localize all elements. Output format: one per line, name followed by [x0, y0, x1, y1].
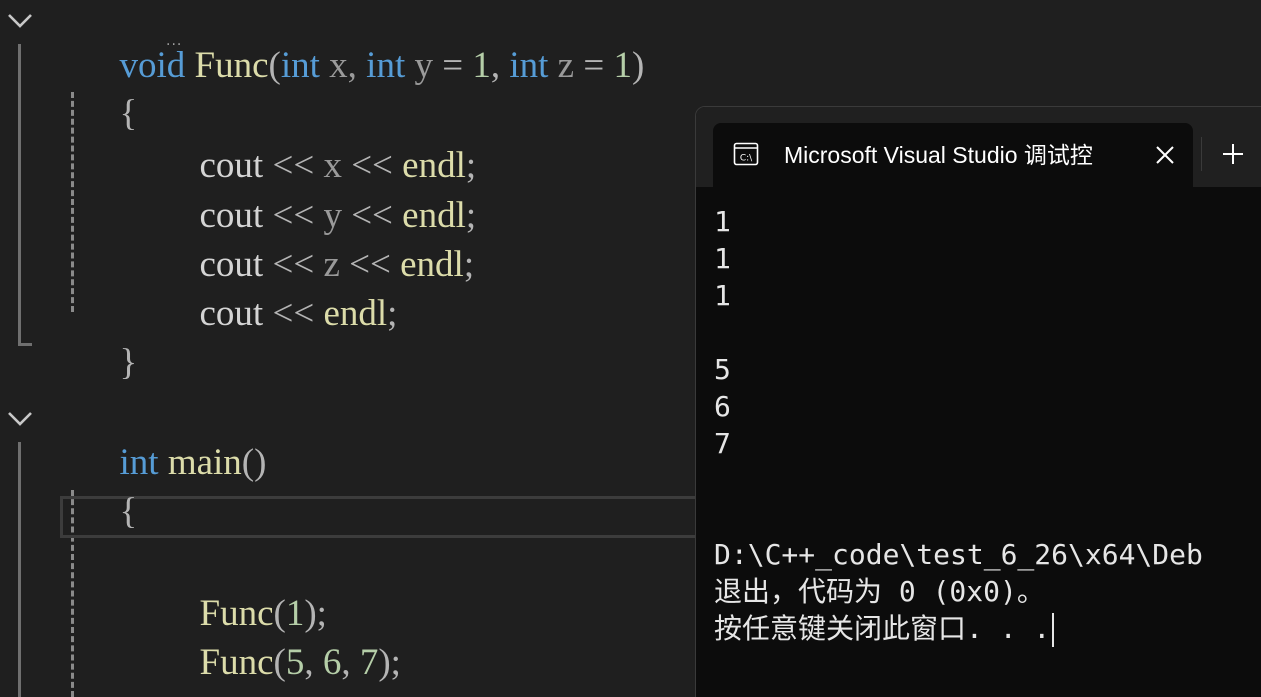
current-line-highlight — [60, 496, 760, 538]
comma: , — [341, 642, 360, 683]
paren: ( — [268, 45, 281, 86]
terminal-tabbar: C:\ Microsoft Visual Studio 调试控 — [696, 107, 1261, 187]
scope-line — [18, 44, 21, 346]
brace: { — [119, 93, 138, 134]
output-line: 1 — [714, 205, 731, 238]
scope-line — [18, 442, 21, 697]
keyword: int — [509, 45, 549, 86]
param-name: y — [405, 45, 443, 86]
fold-chevron-down-icon[interactable] — [5, 404, 35, 434]
terminal-tab[interactable]: C:\ Microsoft Visual Studio 调试控 — [713, 123, 1193, 187]
code-line-open-brace[interactable]: { — [64, 48, 138, 134]
number: 1 — [613, 45, 632, 86]
function-name: endl — [323, 293, 388, 334]
console-icon: C:\ — [733, 141, 759, 167]
scope-line-end — [18, 343, 32, 346]
svg-text:C:\: C:\ — [740, 154, 753, 164]
code-line-close-brace[interactable]: } — [64, 297, 138, 383]
brace: } — [119, 342, 138, 383]
exit-path-line: D:\C++_code\test_6_26\x64\Deb — [714, 538, 1203, 571]
paren: ) — [631, 45, 645, 86]
operator: << — [263, 293, 324, 334]
code-line-func-signature[interactable]: void Func(int x, int y = 1, int z = 1) — [64, 0, 645, 86]
identifier: cout — [199, 293, 264, 334]
terminal-output[interactable]: 1 1 1 5 6 7 D:\C++_code\test_6_26\x64\De… — [714, 203, 1261, 647]
number: 1 — [472, 45, 491, 86]
code-line-open-brace[interactable]: { — [64, 446, 138, 532]
code-line-main-signature[interactable]: int main() — [64, 397, 267, 483]
number: 5 — [285, 642, 305, 683]
function-name: endl — [400, 244, 464, 285]
code-line-call[interactable]: Func(5, 6, 7); — [144, 597, 401, 683]
param-name: x, — [319, 45, 367, 86]
tab-title: Microsoft Visual Studio 调试控 — [784, 142, 1093, 168]
tab-divider — [1201, 137, 1202, 171]
output-line: 6 — [714, 390, 731, 423]
function-name: Func — [199, 642, 274, 683]
code-line[interactable]: cout << endl; — [144, 248, 398, 334]
exit-code-line: 退出，代码为 0 (0x0)。 — [714, 575, 1045, 608]
code-line[interactable]: cout << y << endl; — [144, 150, 477, 236]
number: 7 — [359, 642, 379, 683]
semicolon: ; — [387, 293, 398, 334]
param-name: z — [548, 45, 584, 86]
plus-icon[interactable] — [1221, 142, 1245, 166]
output-line: 5 — [714, 353, 731, 386]
press-key-line: 按任意键关闭此窗口. . . — [714, 610, 1261, 647]
keyword: int — [366, 45, 406, 86]
output-line: 1 — [714, 279, 731, 312]
brace: { — [119, 491, 138, 532]
operator: = — [583, 45, 614, 86]
keyword: int — [280, 45, 320, 86]
comma: , — [490, 45, 510, 86]
code-line[interactable]: cout << x << endl; — [144, 100, 477, 186]
code-line[interactable]: cout << z << endl; — [144, 199, 475, 285]
definition-dots-marker[interactable]: ... — [166, 34, 182, 48]
paren: () — [241, 442, 267, 483]
close-icon[interactable] — [1153, 143, 1177, 167]
fold-chevron-down-icon[interactable] — [5, 6, 35, 36]
comma: , — [304, 642, 323, 683]
debug-console-window[interactable]: C:\ Microsoft Visual Studio 调试控 1 1 1 5 … — [695, 106, 1261, 697]
number: 6 — [322, 642, 342, 683]
output-line: 1 — [714, 242, 731, 275]
paren: ( — [273, 642, 286, 683]
operator: = — [442, 45, 473, 86]
semicolon: ; — [463, 244, 475, 285]
output-line: 7 — [714, 427, 731, 460]
function-name: Func — [194, 45, 269, 86]
press-key-text: 按任意键关闭此窗口. . . — [714, 612, 1051, 645]
text-cursor — [1052, 613, 1055, 647]
code-line-call[interactable]: Func(1); — [144, 548, 327, 634]
function-name: main — [167, 442, 242, 483]
paren: ); — [378, 642, 401, 683]
screen: void Func(int x, int y = 1, int z = 1) .… — [0, 0, 1261, 697]
